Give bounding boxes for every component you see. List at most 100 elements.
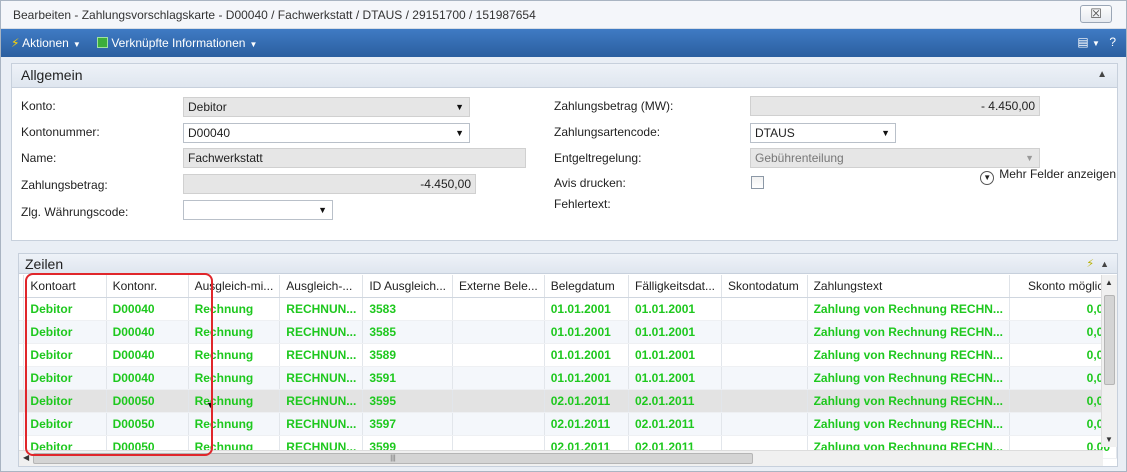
cell-skontodatum[interactable] xyxy=(721,389,808,413)
more-fields-label: Mehr Felder anzeigen xyxy=(999,167,1116,181)
zahlungsbetrag-value: -4.450,00 xyxy=(420,177,471,191)
chevron-down-icon: ▼ xyxy=(1025,153,1034,163)
cell-skontodatum[interactable] xyxy=(721,343,808,367)
cell-faelligkeitsdatum[interactable]: 01.01.2001 xyxy=(628,297,723,321)
cell-id-ausgleich[interactable]: 3595 xyxy=(362,389,454,413)
cell-skontodatum[interactable] xyxy=(721,297,808,321)
avis-label: Avis drucken: xyxy=(554,176,626,190)
vertical-scrollbar[interactable]: ▲ ▼ xyxy=(1101,275,1117,447)
chevron-down-icon: ▼ xyxy=(980,171,995,185)
general-header[interactable]: Allgemein ▲ xyxy=(12,64,1117,88)
col-header-belegdatum[interactable]: Belegdatum xyxy=(544,275,629,298)
chevron-down-icon: ▼ xyxy=(318,205,327,215)
name-field: Fachwerkstatt xyxy=(183,148,526,168)
cell-externe-beleg[interactable] xyxy=(452,366,545,390)
cell-externe-beleg[interactable] xyxy=(452,389,545,413)
chevron-down-icon: ▼ xyxy=(881,128,890,138)
cell-id-ausgleich[interactable]: 3591 xyxy=(362,366,454,390)
cell-ausgleich[interactable]: RECHNUN... xyxy=(279,343,364,367)
lightning-icon: ⚡ xyxy=(11,36,20,50)
cell-belegdatum[interactable]: 01.01.2001 xyxy=(544,297,629,321)
cell-id-ausgleich[interactable]: 3589 xyxy=(362,343,454,367)
col-header-faelligkeitsdatum[interactable]: Fälligkeitsdat... xyxy=(628,275,723,298)
cell-ausgleich[interactable]: RECHNUN... xyxy=(279,366,364,390)
close-button[interactable]: ☒ xyxy=(1080,5,1112,23)
scroll-down-icon[interactable]: ▼ xyxy=(1105,435,1113,444)
cell-ausgleich[interactable]: RECHNUN... xyxy=(279,412,364,436)
cell-belegdatum[interactable]: 02.01.2011 xyxy=(544,389,629,413)
cell-id-ausgleich[interactable]: 3585 xyxy=(362,320,454,344)
general-title: Allgemein xyxy=(21,67,83,83)
cell-zahlungstext[interactable]: Zahlung von Rechnung RECHN... xyxy=(807,412,1010,436)
zahlungsartencode-value: DTAUS xyxy=(755,126,795,140)
cell-ausgleich[interactable]: RECHNUN... xyxy=(279,389,364,413)
konto-label: Konto: xyxy=(21,99,56,113)
cell-externe-beleg[interactable] xyxy=(452,412,545,436)
zahlungsartencode-select[interactable]: DTAUS ▼ xyxy=(750,123,896,143)
collapse-icon[interactable]: ▲ xyxy=(1100,259,1109,269)
zahlungsbetrag-mw-field: - 4.450,00 xyxy=(750,96,1040,116)
cell-belegdatum[interactable]: 01.01.2001 xyxy=(544,343,629,367)
cell-externe-beleg[interactable] xyxy=(452,320,545,344)
avis-checkbox[interactable] xyxy=(751,176,764,189)
help-icon[interactable]: ? xyxy=(1109,35,1116,49)
cell-faelligkeitsdatum[interactable]: 01.01.2001 xyxy=(628,366,723,390)
col-header-ausgleich[interactable]: Ausgleich-... xyxy=(279,275,364,298)
cell-skontodatum[interactable] xyxy=(721,320,808,344)
actions-menu[interactable]: ⚡ Aktionen ▼ xyxy=(11,36,81,50)
col-header-externe-beleg[interactable]: Externe Bele... xyxy=(452,275,545,298)
kontonummer-field[interactable]: D00040 ▼ xyxy=(183,123,470,143)
cell-id-ausgleich[interactable]: 3597 xyxy=(362,412,454,436)
zahlungsbetrag-field: -4.450,00 xyxy=(183,174,476,194)
lightning-icon[interactable]: ⚡ xyxy=(1086,258,1094,270)
cell-id-ausgleich[interactable]: 3583 xyxy=(362,297,454,321)
zahlungsbetrag-label: Zahlungsbetrag: xyxy=(21,178,108,192)
general-panel: Allgemein ▲ Konto: Debitor ▼ Kontonummer… xyxy=(11,63,1118,241)
zahlungsartencode-label: Zahlungsartencode: xyxy=(554,125,661,139)
close-icon: ☒ xyxy=(1090,6,1102,21)
cell-externe-beleg[interactable] xyxy=(452,297,545,321)
cell-skontodatum[interactable] xyxy=(721,412,808,436)
col-header-skontodatum[interactable]: Skontodatum xyxy=(721,275,808,298)
layout-icon[interactable]: ▤ xyxy=(1077,35,1088,49)
entgelt-select: Gebührenteilung ▼ xyxy=(750,148,1040,168)
entgelt-label: Entgeltregelung: xyxy=(554,151,642,165)
chevron-down-icon[interactable]: ▼ xyxy=(1092,39,1100,48)
waehrung-select[interactable]: ▼ xyxy=(183,200,333,220)
lines-tools[interactable]: ⚡ ▲ xyxy=(1086,257,1109,270)
konto-select[interactable]: Debitor ▼ xyxy=(183,97,470,117)
scroll-up-icon[interactable]: ▲ xyxy=(1105,278,1113,287)
cell-belegdatum[interactable]: 02.01.2011 xyxy=(544,412,629,436)
lines-header[interactable]: Zeilen ⚡ ▲ xyxy=(19,254,1117,274)
konto-value: Debitor xyxy=(188,100,227,114)
cell-zahlungstext[interactable]: Zahlung von Rechnung RECHN... xyxy=(807,343,1010,367)
name-value: Fachwerkstatt xyxy=(188,151,263,165)
cell-faelligkeitsdatum[interactable]: 02.01.2011 xyxy=(628,389,723,413)
cell-skontodatum[interactable] xyxy=(721,366,808,390)
window-tools[interactable]: ▤ ▼ ? xyxy=(1077,35,1116,49)
cell-ausgleich[interactable]: RECHNUN... xyxy=(279,320,364,344)
more-fields-button[interactable]: ▼ Mehr Felder anzeigen xyxy=(980,167,1116,185)
cell-zahlungstext[interactable]: Zahlung von Rechnung RECHN... xyxy=(807,366,1010,390)
cell-faelligkeitsdatum[interactable]: 01.01.2001 xyxy=(628,320,723,344)
waehrung-label: Zlg. Währungscode: xyxy=(21,205,129,219)
name-label: Name: xyxy=(21,151,57,165)
related-info-menu[interactable]: Verknüpfte Informationen ▼ xyxy=(97,36,257,50)
cell-belegdatum[interactable]: 01.01.2001 xyxy=(544,320,629,344)
cell-faelligkeitsdatum[interactable]: 01.01.2001 xyxy=(628,343,723,367)
cell-zahlungstext[interactable]: Zahlung von Rechnung RECHN... xyxy=(807,297,1010,321)
kontonummer-value: D00040 xyxy=(188,126,231,140)
col-header-zahlungstext[interactable]: Zahlungstext xyxy=(807,275,1010,298)
cell-zahlungstext[interactable]: Zahlung von Rechnung RECHN... xyxy=(807,389,1010,413)
cell-externe-beleg[interactable] xyxy=(452,343,545,367)
cell-zahlungstext[interactable]: Zahlung von Rechnung RECHN... xyxy=(807,320,1010,344)
col-header-id-ausgleich[interactable]: ID Ausgleich... xyxy=(362,275,454,298)
cell-faelligkeitsdatum[interactable]: 02.01.2011 xyxy=(628,412,723,436)
collapse-icon[interactable]: ▲ xyxy=(1097,69,1107,80)
related-info-label: Verknüpfte Informationen xyxy=(111,36,246,50)
scroll-thumb[interactable] xyxy=(1104,295,1115,385)
zahlungsbetrag-mw-value: - 4.450,00 xyxy=(980,99,1035,113)
cell-ausgleich[interactable]: RECHNUN... xyxy=(279,297,364,321)
cell-belegdatum[interactable]: 01.01.2001 xyxy=(544,366,629,390)
action-bar: ⚡ Aktionen ▼ Verknüpfte Informationen ▼ ▤ … xyxy=(1,29,1126,57)
